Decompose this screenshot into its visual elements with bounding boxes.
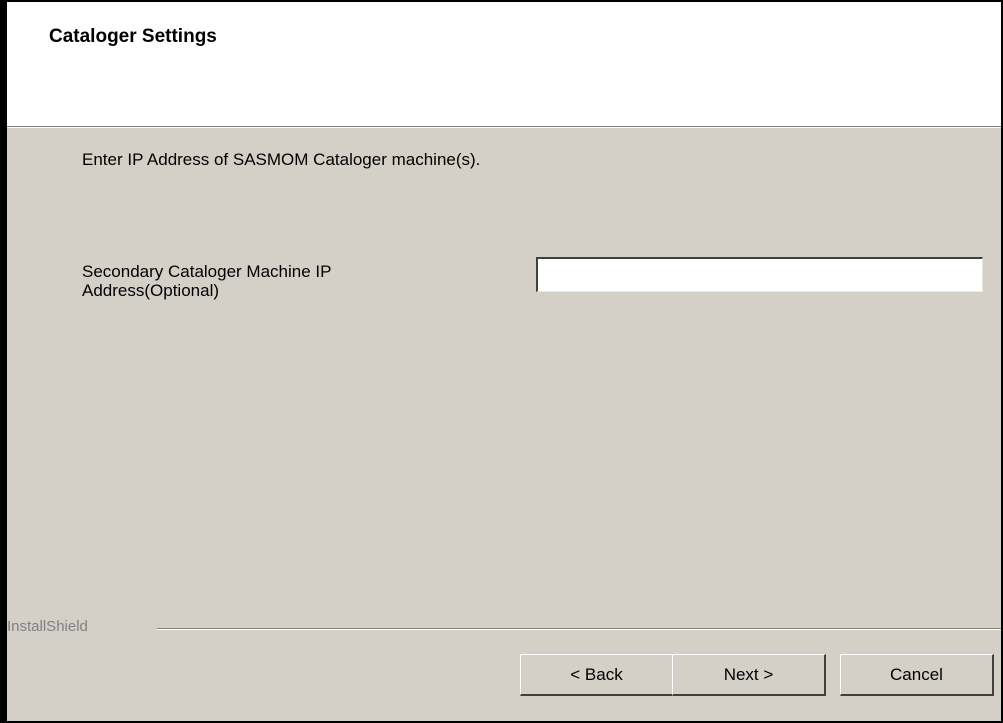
header-divider-highlight xyxy=(7,127,1001,128)
installshield-brand: InstallShield xyxy=(7,618,94,635)
secondary-ip-label: Secondary Cataloger Machine IP Address(O… xyxy=(82,262,332,300)
secondary-ip-input[interactable] xyxy=(536,257,983,292)
page-title: Cataloger Settings xyxy=(49,26,217,47)
dialog-header: Cataloger Settings xyxy=(7,2,1001,126)
installer-dialog: Cataloger Settings Enter IP Address of S… xyxy=(0,0,1003,723)
next-button[interactable]: Next > xyxy=(672,654,826,696)
instruction-text: Enter IP Address of SASMOM Cataloger mac… xyxy=(82,150,481,169)
back-button[interactable]: < Back xyxy=(520,654,674,696)
cancel-button[interactable]: Cancel xyxy=(840,654,994,696)
brand-rule-highlight xyxy=(157,629,1001,630)
installshield-divider: InstallShield xyxy=(7,618,1001,640)
